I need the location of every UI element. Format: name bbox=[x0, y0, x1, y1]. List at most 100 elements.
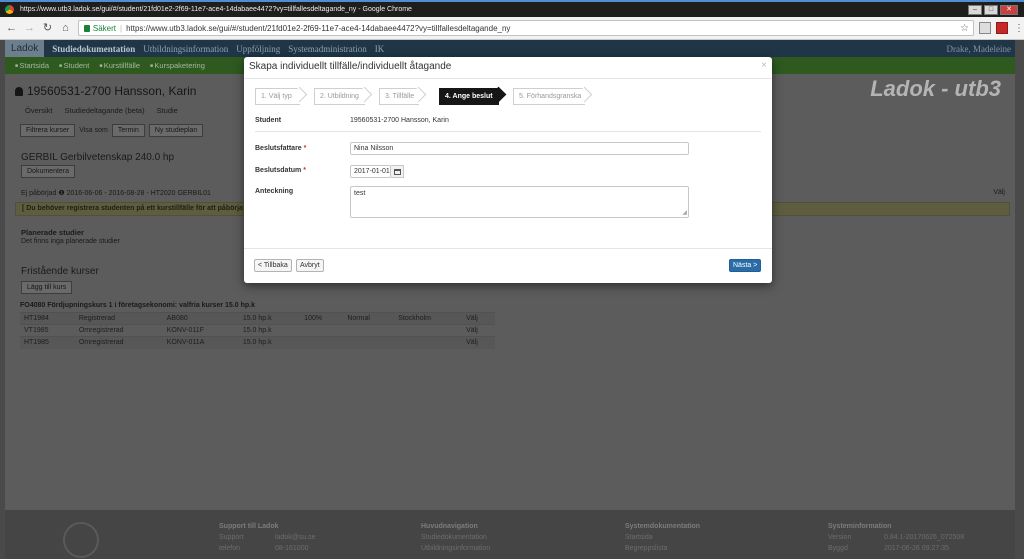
programme-valj-button[interactable]: Välj bbox=[993, 189, 1005, 196]
footer-nav-link[interactable]: Utbildningsinformation bbox=[421, 543, 490, 554]
table-row: VT1985 Omregistrerad KONV-011F 15.0 hp.k… bbox=[20, 324, 495, 337]
nav-uppfoljning[interactable]: Uppföljning bbox=[236, 44, 280, 54]
step-1[interactable]: 1. Välj typ bbox=[255, 88, 292, 105]
close-window-button[interactable]: ✕ bbox=[1000, 5, 1018, 15]
location-cell: Stockholm bbox=[394, 312, 463, 325]
document-button[interactable]: Dokumentera bbox=[21, 165, 76, 178]
student-value: 19560531-2700 Hansson, Karin bbox=[350, 117, 449, 124]
footer-build-date: 2017-06-26 09:27:35 bbox=[884, 545, 949, 552]
status-cell: Omregistrerad bbox=[74, 324, 163, 337]
footer-doc-link[interactable]: Begreppslista bbox=[625, 543, 700, 554]
form-cell bbox=[343, 336, 395, 349]
nav-studiedokumentation[interactable]: Studiedokumentation bbox=[52, 44, 135, 54]
user-menu[interactable]: Drake, Madeleine bbox=[947, 44, 1011, 54]
nav-ik[interactable]: IK bbox=[375, 44, 385, 54]
back-button[interactable]: < Tillbaka bbox=[254, 259, 292, 272]
footer-label: telefon bbox=[219, 545, 241, 552]
course-table: HT1984 Registrerad AB080 15.0 hp.k 100% … bbox=[20, 312, 495, 349]
tab-studiedeltagande[interactable]: Studiedeltagande (beta) bbox=[65, 106, 145, 115]
beslutsfattare-label: Beslutsfattare * bbox=[255, 145, 306, 152]
forward-arrow-icon[interactable]: → bbox=[23, 22, 36, 35]
beslutsfattare-input[interactable]: Nina Nilsson bbox=[350, 142, 689, 155]
url-text[interactable]: https://www.utb3.ladok.se/gui/#/student/… bbox=[126, 24, 510, 33]
close-icon[interactable]: × bbox=[761, 60, 767, 71]
table-row: HT1984 Registrerad AB080 15.0 hp.k 100% … bbox=[20, 312, 495, 325]
secure-label: Säkert bbox=[92, 23, 116, 33]
divider bbox=[255, 131, 761, 132]
credits-cell: 15.0 hp.k bbox=[238, 336, 301, 349]
footer-email-link[interactable]: ladok@su.se bbox=[275, 532, 316, 543]
tab-oversikt[interactable]: Översikt bbox=[25, 106, 53, 115]
filter-courses-button[interactable]: Filtrera kurser bbox=[20, 124, 76, 137]
footer-label: Byggd bbox=[828, 545, 848, 552]
table-row: HT1985 Omregistrerad KONV-011A 15.0 hp.k… bbox=[20, 336, 495, 349]
new-studyplan-button[interactable]: Ny studieplan bbox=[148, 124, 204, 137]
address-bar[interactable]: Säkert | https://www.utb3.ladok.se/gui/#… bbox=[77, 20, 975, 36]
programme-status: Ej påbörjad ❶ 2016-06-06 - 2016-08-28 - … bbox=[21, 190, 211, 197]
code-cell: KONV-011A bbox=[162, 336, 239, 349]
footer-support-heading: Support till Ladok bbox=[219, 523, 279, 530]
nav-systemadministration[interactable]: Systemadministration bbox=[288, 44, 367, 54]
anteckning-textarea[interactable]: test ◢ bbox=[350, 186, 689, 218]
location-cell bbox=[394, 336, 463, 349]
star-icon[interactable]: ☆ bbox=[960, 23, 969, 34]
step-5[interactable]: 5. Förhandsgranska bbox=[513, 88, 581, 105]
required-mark: * bbox=[303, 167, 306, 174]
chrome-icon bbox=[5, 5, 14, 14]
subnav-startsida[interactable]: Startsida bbox=[15, 61, 49, 70]
footer-sysinfo: Systeminformation Version 0.84.1-20170626… bbox=[828, 521, 964, 554]
form-cell bbox=[343, 324, 395, 337]
maximize-button[interactable]: □ bbox=[984, 5, 998, 15]
tab-studie[interactable]: Studie bbox=[157, 106, 178, 115]
university-crest-icon bbox=[63, 522, 99, 558]
location-cell bbox=[394, 324, 463, 337]
home-icon[interactable]: ⌂ bbox=[59, 22, 72, 35]
row-valj-button[interactable]: Välj bbox=[462, 312, 495, 325]
window-titlebar: https://www.utb3.ladok.se/gui/#/student/… bbox=[0, 0, 1024, 17]
cancel-button[interactable]: Avbryt bbox=[296, 259, 324, 272]
step-4-active[interactable]: 4. Ange beslut bbox=[439, 88, 493, 105]
term-cell: VT1985 bbox=[20, 324, 75, 337]
beslutsdatum-label: Beslutsdatum * bbox=[255, 167, 306, 174]
footer-label: Version bbox=[828, 534, 852, 541]
beslutsdatum-input[interactable]: 2017-01-01 bbox=[350, 165, 391, 178]
subnav-student[interactable]: Student bbox=[59, 61, 89, 70]
nav-utbildningsinformation[interactable]: Utbildningsinformation bbox=[143, 44, 228, 54]
subnav-kurspaketering[interactable]: Kurspaketering bbox=[150, 61, 204, 70]
environment-watermark: Ladok - utb3 bbox=[870, 76, 1001, 101]
reload-icon[interactable]: ↻ bbox=[41, 22, 54, 35]
student-label: Student bbox=[255, 117, 282, 124]
calendar-icon[interactable] bbox=[391, 165, 404, 178]
divider bbox=[244, 248, 772, 249]
back-arrow-icon[interactable]: ← bbox=[5, 22, 18, 35]
footer-docs-heading: Systemdokumentation bbox=[625, 523, 701, 530]
create-individual-dialog: Skapa individuellt tillfälle/individuell… bbox=[244, 57, 772, 283]
add-course-button[interactable]: Lägg till kurs bbox=[21, 281, 73, 294]
step-3[interactable]: 3. Tillfälle bbox=[379, 88, 414, 105]
extension-icon[interactable] bbox=[979, 22, 992, 34]
pdf-extension-icon[interactable] bbox=[996, 22, 1008, 34]
row-valj-button[interactable]: Välj bbox=[462, 324, 495, 337]
pace-cell bbox=[300, 324, 344, 337]
termin-button[interactable]: Termin bbox=[111, 124, 145, 137]
step-2[interactable]: 2. Utbildning bbox=[314, 88, 359, 105]
student-tabs: Översikt Studiedeltagande (beta) Studie bbox=[25, 106, 178, 115]
planned-studies-text: Det finns inga planerade studier bbox=[21, 238, 120, 245]
subnav-kurstillfalle[interactable]: Kurstillfälle bbox=[99, 61, 140, 70]
footer-nav-link[interactable]: Studiedokumentation bbox=[421, 532, 490, 543]
menu-icon[interactable]: ⋮ bbox=[1014, 23, 1024, 34]
minimize-button[interactable]: – bbox=[968, 5, 982, 15]
footer-doc-link[interactable]: Startsida bbox=[625, 532, 700, 543]
visa-som-label: Visa som bbox=[79, 127, 108, 134]
next-button[interactable]: Nästa > bbox=[729, 259, 762, 272]
footer-docs: Systemdokumentation Startsida Begreppsli… bbox=[625, 521, 700, 554]
beslutsdatum-label-text: Beslutsdatum bbox=[255, 167, 302, 174]
url-separator: | bbox=[120, 23, 123, 33]
top-nav: Ladok Studiedokumentation Utbildningsinf… bbox=[5, 40, 1015, 57]
pace-cell: 100% bbox=[300, 312, 344, 325]
footer-nav: Huvudnavigation Studiedokumentation Utbi… bbox=[421, 521, 490, 554]
resize-grip-icon[interactable]: ◢ bbox=[682, 210, 687, 216]
credits-cell: 15.0 hp.k bbox=[238, 312, 301, 325]
row-valj-button[interactable]: Välj bbox=[462, 336, 495, 349]
ladok-logo[interactable]: Ladok bbox=[5, 40, 45, 57]
